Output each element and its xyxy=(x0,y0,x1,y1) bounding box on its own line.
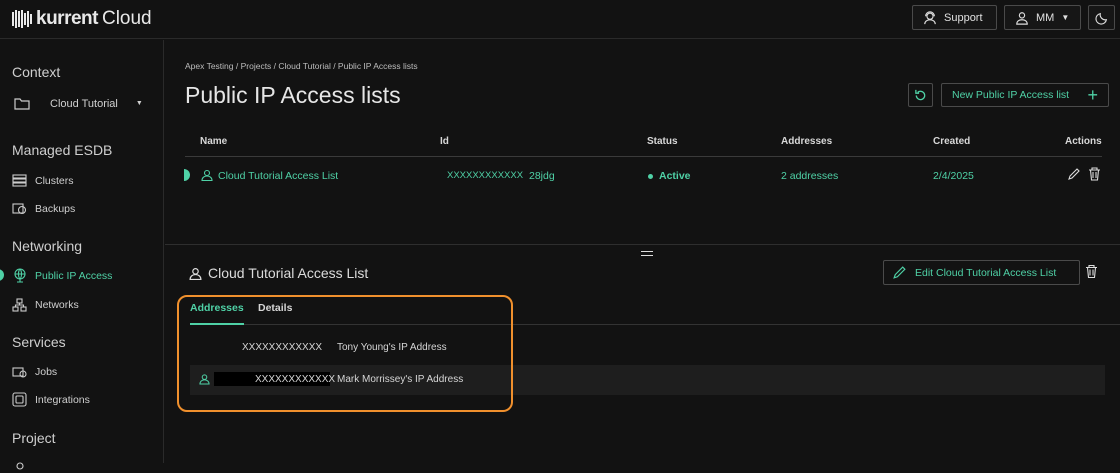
integrations-icon xyxy=(12,392,27,407)
trash-icon xyxy=(1086,264,1097,279)
user-group-icon xyxy=(201,169,213,184)
context-selector[interactable]: Cloud Tutorial ▼ xyxy=(14,97,143,110)
edit-access-list-button[interactable]: Edit Cloud Tutorial Access List xyxy=(883,260,1080,285)
new-access-list-label: New Public IP Access list xyxy=(952,89,1070,101)
user-initials: MM xyxy=(1036,11,1055,24)
tab-details[interactable]: Details xyxy=(258,302,292,314)
column-header-id[interactable]: Id xyxy=(440,136,449,147)
address-value: XXXXXXXXXXXX xyxy=(255,374,336,385)
edit-pencil-icon[interactable] xyxy=(1067,167,1081,184)
moon-icon xyxy=(1094,12,1107,25)
breadcrumb[interactable]: Apex Testing / Projects / Cloud Tutorial… xyxy=(185,61,418,71)
services-heading: Services xyxy=(12,334,66,350)
backup-icon xyxy=(12,201,27,216)
sidebar-item-label: Clusters xyxy=(35,174,74,187)
detail-title-text: Cloud Tutorial Access List xyxy=(208,265,369,281)
column-header-actions: Actions xyxy=(1065,136,1102,147)
support-label: Support xyxy=(944,11,983,24)
address-row[interactable]: XXXXXXXXXXXX Mark Morrissey's IP Address xyxy=(190,365,1105,395)
sidebar-item-label: Networks xyxy=(35,298,79,311)
table-row[interactable]: Cloud Tutorial Access List XXXXXXXXXXXX … xyxy=(184,164,1102,186)
logo-suffix: Cloud xyxy=(101,8,152,29)
tab-addresses[interactable]: Addresses xyxy=(190,302,244,325)
new-access-list-button[interactable]: New Public IP Access list + xyxy=(941,83,1109,107)
column-header-created[interactable]: Created xyxy=(933,136,970,147)
resize-handle-icon[interactable] xyxy=(641,251,653,256)
logo-text: kurrent xyxy=(36,8,98,29)
refresh-icon xyxy=(915,89,926,100)
edit-access-list-label: Edit Cloud Tutorial Access List xyxy=(915,266,1057,279)
jobs-icon xyxy=(12,364,27,379)
settings-icon xyxy=(12,458,27,473)
sidebar: Context Cloud Tutorial ▼ Managed ESDB Cl… xyxy=(0,40,164,470)
context-value: Cloud Tutorial xyxy=(50,97,118,110)
delete-access-list-button[interactable] xyxy=(1085,264,1098,284)
main-content: Apex Testing / Projects / Cloud Tutorial… xyxy=(165,40,1120,463)
kurrent-cloud-logo[interactable]: kurrent Cloud xyxy=(12,8,152,30)
address-row[interactable]: XXXXXXXXXXXX Tony Young's IP Address xyxy=(190,333,1105,363)
address-comment: Mark Morrissey's IP Address xyxy=(337,374,464,385)
table-header: Name Id Status Addresses Created Actions xyxy=(185,130,1102,157)
server-stack-icon xyxy=(12,173,27,188)
globe-icon xyxy=(12,268,27,283)
panel-divider xyxy=(165,244,1120,245)
user-group-icon xyxy=(189,267,202,280)
row-created: 2/4/2025 xyxy=(933,170,974,182)
top-bar: kurrent Cloud Support MM ▼ xyxy=(0,0,1120,39)
refresh-button[interactable] xyxy=(908,83,933,107)
project-heading: Project xyxy=(12,430,56,446)
folder-icon xyxy=(14,98,30,110)
active-indicator xyxy=(0,269,4,281)
sidebar-item-jobs[interactable]: Jobs xyxy=(12,364,57,379)
row-selected-indicator xyxy=(184,169,190,181)
row-id-suffix: 28jdg xyxy=(529,170,555,182)
sidebar-item-backups[interactable]: Backups xyxy=(12,201,75,216)
address-value: XXXXXXXXXXXX xyxy=(242,342,323,353)
column-header-name[interactable]: Name xyxy=(200,136,227,147)
chevron-down-icon: ▼ xyxy=(1061,13,1070,22)
sidebar-item-label: Public IP Access xyxy=(35,269,113,282)
status-dot-icon xyxy=(648,173,653,179)
sidebar-item-label: Jobs xyxy=(35,365,58,378)
status-badge: Active xyxy=(648,170,691,182)
sidebar-item-clusters[interactable]: Clusters xyxy=(12,173,74,188)
sidebar-item-networks[interactable]: Networks xyxy=(12,297,79,312)
page-title: Public IP Access lists xyxy=(185,82,401,108)
user-menu-button[interactable]: MM ▼ xyxy=(1004,5,1081,30)
detail-title: Cloud Tutorial Access List xyxy=(189,265,368,281)
sidebar-item-label: Backups xyxy=(35,202,76,215)
user-icon xyxy=(1016,11,1028,25)
sidebar-item-integrations[interactable]: Integrations xyxy=(12,392,90,407)
row-addresses: 2 addresses xyxy=(781,170,839,182)
networking-heading: Networking xyxy=(12,238,83,254)
support-button[interactable]: Support xyxy=(912,5,997,30)
headset-icon xyxy=(924,10,936,24)
user-icon xyxy=(199,373,210,388)
sidebar-item-label: Integrations xyxy=(35,393,90,406)
sidebar-item-partial xyxy=(12,458,27,473)
trash-icon[interactable] xyxy=(1088,167,1101,184)
network-icon xyxy=(12,297,27,312)
detail-tabs: Addresses Details xyxy=(190,298,1120,325)
plus-icon: + xyxy=(1087,85,1098,105)
address-comment: Tony Young's IP Address xyxy=(337,342,447,353)
status-text: Active xyxy=(659,170,691,182)
theme-toggle-button[interactable] xyxy=(1088,5,1115,30)
row-name[interactable]: Cloud Tutorial Access List xyxy=(218,170,338,182)
chevron-down-icon: ▼ xyxy=(135,100,143,107)
column-header-status[interactable]: Status xyxy=(647,136,678,147)
sidebar-item-public-ip-access[interactable]: Public IP Access xyxy=(12,268,112,283)
managed-esdb-heading: Managed ESDB xyxy=(12,142,113,158)
row-id-masked: XXXXXXXXXXXX xyxy=(447,170,524,181)
edit-pencil-icon xyxy=(893,266,906,279)
column-header-addresses[interactable]: Addresses xyxy=(781,136,832,147)
context-heading: Context xyxy=(12,64,61,80)
logo-bars-icon xyxy=(12,10,32,28)
